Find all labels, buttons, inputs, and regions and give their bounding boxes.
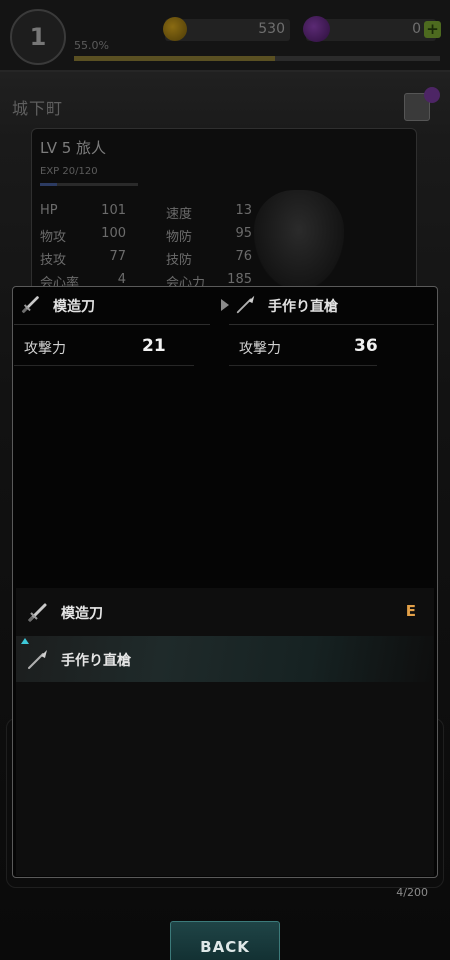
stat-label: 物防 [166,230,193,245]
add-gems-plus-icon[interactable]: + [424,21,441,38]
gold-amount: 530 [258,21,285,37]
character-title: LV 5 旅人 [40,139,107,157]
spear-icon [236,295,255,314]
stat-label: 速度 [166,207,193,222]
sword-icon [27,603,47,623]
stat-value: 77 [109,249,126,264]
current-weapon-name: 模造刀 [53,299,95,315]
list-item-selected[interactable]: 手作り直槍 [16,636,434,682]
gem-amount: 0 [412,21,421,37]
stat-label: 技防 [166,253,193,268]
current-weapon-header: 模造刀 [20,289,210,323]
stat-value: 76 [235,249,252,264]
character-exp-text: EXP 20/120 [40,166,98,177]
stat-value: 13 [235,203,252,218]
attack-value: 36 [354,336,378,356]
stat-value: 4 [117,272,126,287]
back-button[interactable]: BACK [170,921,280,960]
stat-row: 物攻 100 物防 95 [40,226,260,246]
exp-bar-fill [74,56,276,61]
stat-label: 物攻 [40,230,67,245]
character-portrait [254,190,344,290]
exp-percent: 55.0% [74,39,109,52]
stat-value: 100 [101,226,126,241]
character-exp-bar [40,183,138,186]
notification-badge [424,87,440,103]
candidate-weapon-name: 手作り直槍 [268,299,338,315]
stat-label: HP [40,203,58,218]
equipped-badge: E [405,602,416,620]
candidate-weapon-header: 手作り直槍 [235,289,435,323]
sword-icon [21,296,39,314]
top-bar: 1 55.0% 530 0 + [0,0,450,72]
stat-row: 技攻 77 技防 76 [40,249,260,269]
attack-value: 21 [142,336,166,356]
list-item[interactable]: 模造刀 E [16,589,434,635]
character-exp-bar-fill [40,183,57,186]
town-name: 城下町 [12,99,64,118]
inventory-count: 4/200 [396,886,428,899]
compare-arrow-icon [221,299,229,311]
candidate-attack-stat: 攻撃力 36 [229,332,378,366]
attack-label: 攻撃力 [24,341,66,357]
stat-value: 101 [101,203,126,218]
stat-row: HP 101 速度 13 [40,203,260,223]
item-name: 模造刀 [61,606,103,622]
stat-value: 185 [227,272,252,287]
item-name: 手作り直槍 [61,653,131,669]
selection-marker-icon [21,638,29,644]
gem-icon [303,16,330,42]
exp-bar [74,56,440,61]
player-level-badge: 1 [10,9,66,65]
divider [14,324,210,325]
stat-value: 95 [235,226,252,241]
gold-coin-icon [163,17,187,41]
stat-label: 技攻 [40,253,67,268]
current-attack-stat: 攻撃力 21 [14,332,194,366]
attack-label: 攻撃力 [239,341,281,357]
spear-icon [28,650,47,669]
divider [229,324,434,325]
